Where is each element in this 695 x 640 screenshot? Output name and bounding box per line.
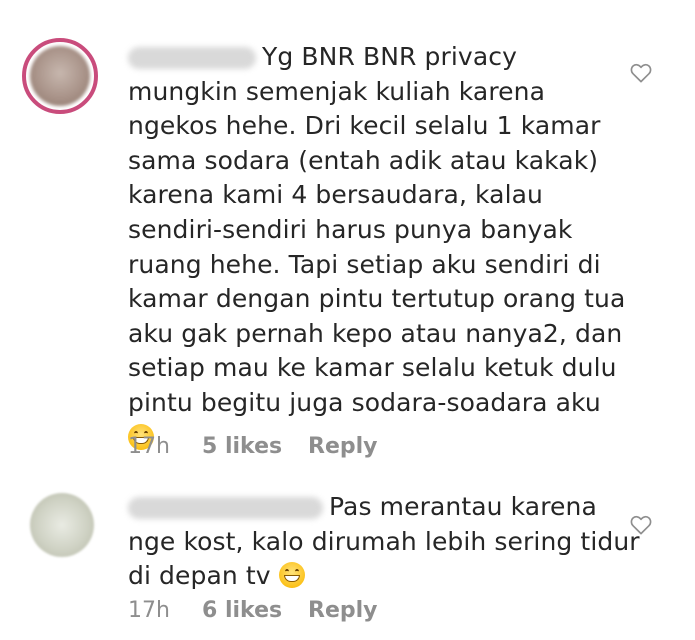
likes-count[interactable]: 6 likes xyxy=(202,598,282,623)
username-redacted[interactable] xyxy=(128,497,323,519)
comment-body: Pas merantau karena nge kost, kalo dirum… xyxy=(128,490,640,594)
username-redacted[interactable] xyxy=(128,47,256,69)
reply-button[interactable]: Reply xyxy=(308,434,378,459)
comment-time: 17h xyxy=(128,598,170,623)
heart-outline-icon[interactable] xyxy=(630,515,652,535)
reply-button[interactable]: Reply xyxy=(308,598,378,623)
likes-count[interactable]: 5 likes xyxy=(202,434,282,459)
heart-outline-icon[interactable] xyxy=(630,63,652,83)
comment-time: 17h xyxy=(128,434,170,459)
comment-text: Yg BNR BNR privacy mungkin semenjak kuli… xyxy=(128,42,626,417)
avatar[interactable] xyxy=(22,38,98,114)
grinning-sweat-face-emoji xyxy=(278,562,305,589)
comment-body: Yg BNR BNR privacy mungkin semenjak kuli… xyxy=(128,40,625,455)
avatar-image xyxy=(30,46,90,106)
avatar[interactable] xyxy=(30,493,94,557)
